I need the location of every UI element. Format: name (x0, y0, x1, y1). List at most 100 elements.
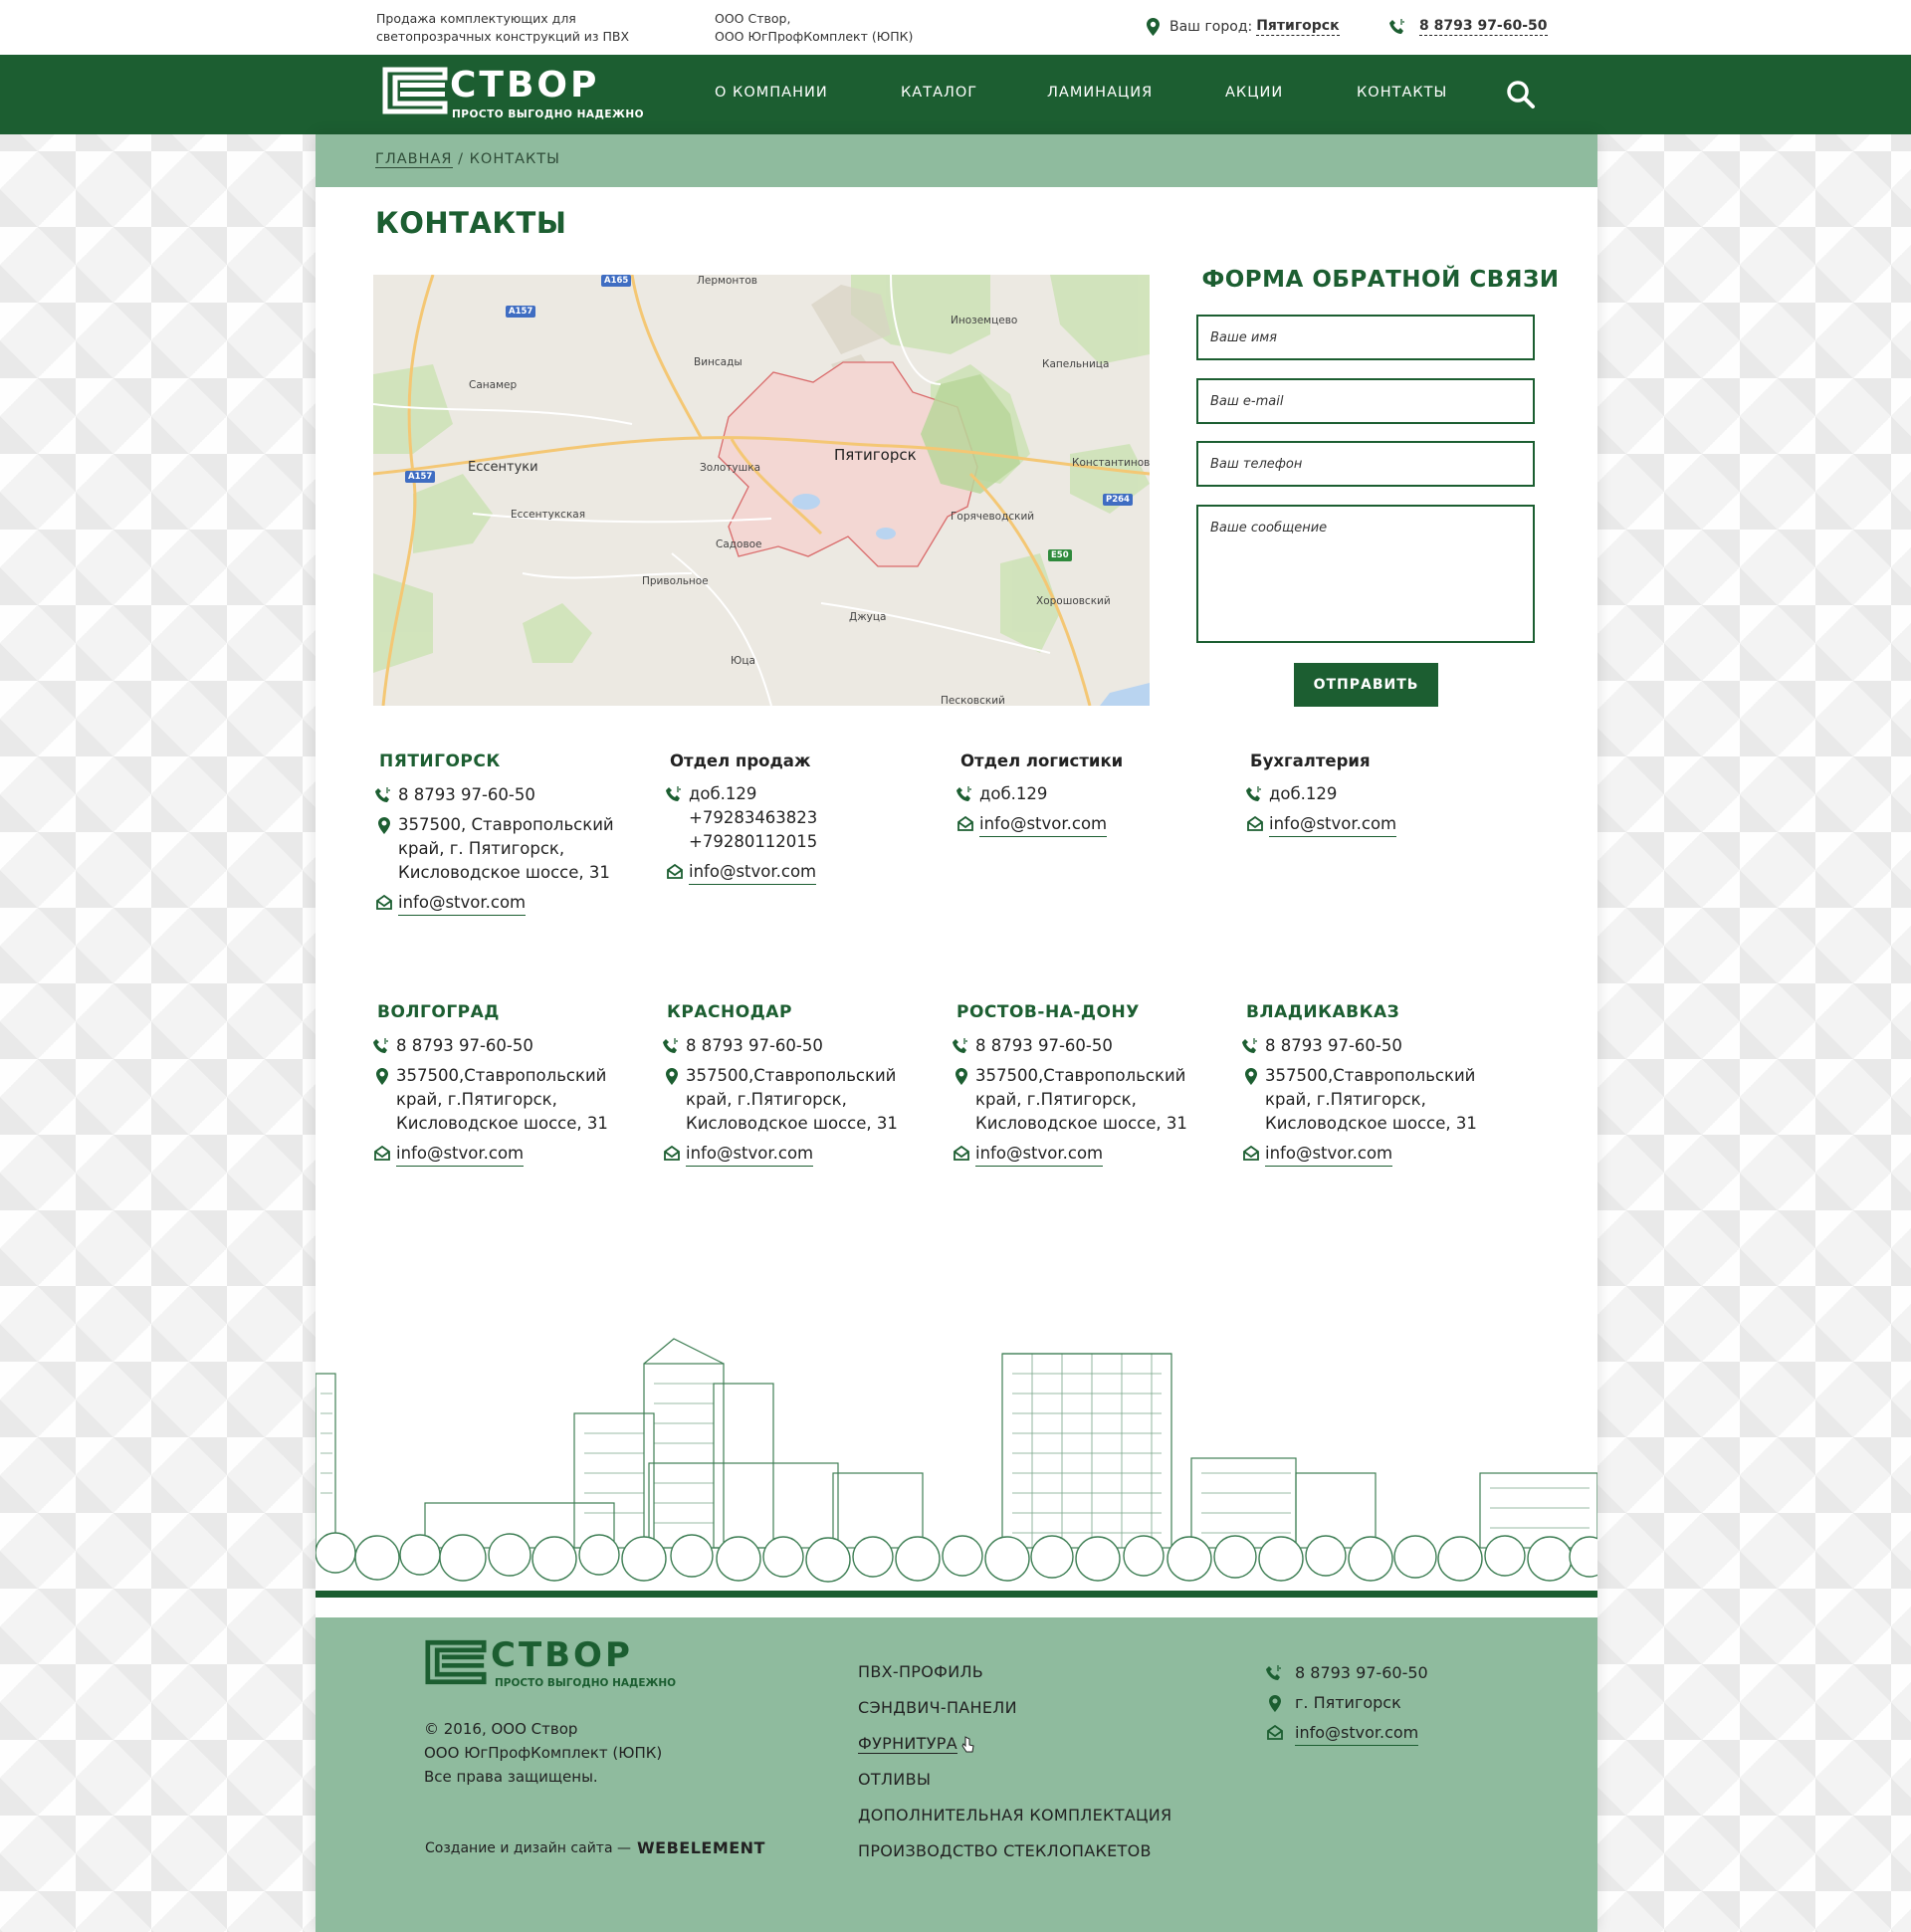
nav-contacts[interactable]: КОНТАКТЫ (1357, 85, 1447, 101)
map-label: Ессентуки (468, 460, 538, 475)
branch-email-link[interactable]: info@stvor.com (686, 1142, 814, 1167)
logo-mark-icon (382, 67, 448, 114)
phone-icon (1242, 1038, 1257, 1053)
map-label: Юца (731, 655, 755, 667)
copyright-line: Все права защищены. (424, 1768, 598, 1786)
contact-phone-value: +79283463823 (689, 808, 818, 827)
phone-field[interactable] (1196, 441, 1535, 487)
name-field[interactable] (1196, 315, 1535, 360)
branch-email: info@stvor.com (663, 1142, 922, 1167)
footer-menu-item[interactable]: СЭНДВИЧ-ПАНЕЛИ (858, 1690, 1171, 1726)
branch-email: info@stvor.com (953, 1142, 1211, 1167)
search-button[interactable] (1505, 79, 1537, 110)
tagline: Продажа комплектующих для светопрозрачны… (376, 11, 630, 44)
map-label: Винсады (694, 356, 743, 368)
branch-block: ВЛАДИКАВКАЗ 8 8793 97-60-50 357500,Ставр… (1242, 1002, 1501, 1173)
developer-link[interactable]: WEBELEMENT (637, 1838, 765, 1857)
nav-about[interactable]: О КОМПАНИИ (715, 85, 828, 101)
branch-title: ВЛАДИКАВКАЗ (1246, 1002, 1400, 1022)
contact-email-link[interactable]: info@stvor.com (398, 891, 527, 916)
footer-menu-item[interactable]: ФУРНИТУРА (858, 1726, 1171, 1762)
email-field[interactable] (1196, 378, 1535, 424)
map-label: Садовое (716, 538, 762, 550)
phone-icon (1266, 1665, 1281, 1680)
phone-icon (956, 786, 971, 801)
footer-menu-label: ПРОИЗВОДСТВО СТЕКЛОПАКЕТОВ (858, 1841, 1152, 1860)
email-icon (957, 816, 973, 831)
branch-phone-value: 8 8793 97-60-50 (396, 1036, 533, 1055)
header-phone-number[interactable]: 8 8793 97-60-50 (1419, 17, 1548, 36)
footer-phone-value: 8 8793 97-60-50 (1295, 1663, 1428, 1682)
header-phone[interactable]: 8 8793 97-60-50 (1389, 17, 1548, 36)
nav-catalog[interactable]: КАТАЛОГ (901, 85, 977, 101)
phone-icon (1389, 18, 1404, 34)
contact-email-link[interactable]: info@stvor.com (979, 812, 1108, 837)
phone-icon (375, 787, 390, 802)
breadcrumb: ГЛАВНАЯ / КОНТАКТЫ (316, 134, 1597, 187)
branch-address-value: 357500,Ставропольский край, г.Пятигорск,… (686, 1066, 898, 1133)
phone-icon (663, 1038, 678, 1053)
map-pin-icon (378, 817, 390, 834)
footer-menu-item[interactable]: ПРОИЗВОДСТВО СТЕКЛОПАКЕТОВ (858, 1833, 1171, 1869)
contact-email: info@stvor.com (1246, 812, 1505, 837)
developer-credit: Создание и дизайн сайта — WEBELEMENT (425, 1838, 765, 1857)
branch-phone: 8 8793 97-60-50 (373, 1034, 632, 1058)
branch-phone: 8 8793 97-60-50 (1242, 1034, 1501, 1058)
footer-email-link[interactable]: info@stvor.com (1295, 1721, 1419, 1746)
contact-phone-list: доб.129 +79283463823 +79280112015 (689, 782, 817, 854)
branch-block: РОСТОВ-НА-ДОНУ 8 8793 97-60-50 357500,Ст… (953, 1002, 1211, 1173)
logo-mark-icon (425, 1639, 487, 1685)
top-bar: Продажа комплектующих для светопрозрачны… (0, 0, 1911, 55)
map-label: Золотушка (700, 462, 761, 474)
contact-title: Бухгалтерия (1250, 751, 1371, 770)
contact-title: Отдел логистики (960, 751, 1124, 770)
breadcrumb-home[interactable]: ГЛАВНАЯ (375, 151, 453, 168)
contact-email: info@stvor.com (666, 860, 925, 885)
org-names: ООО Створ, ООО ЮгПрофКомплект (ЮПК) (715, 10, 973, 46)
contact-phone: доб.129 +79283463823 +79280112015 (666, 782, 925, 854)
map-label: Константиново (1072, 457, 1150, 469)
branch-phone: 8 8793 97-60-50 (953, 1034, 1211, 1058)
contact-phone-value: доб.129 (979, 784, 1048, 803)
contact-block-sales: Отдел продаж доб.129 +79283463823 +79280… (666, 751, 925, 891)
contact-email: info@stvor.com (375, 891, 634, 916)
footer-city: г. Пятигорск (1266, 1691, 1428, 1715)
footer-menu: ПВХ-ПРОФИЛЬ СЭНДВИЧ-ПАНЕЛИ ФУРНИТУРА ОТЛ… (858, 1654, 1171, 1869)
footer-menu-item[interactable]: ДОПОЛНИТЕЛЬНАЯ КОМПЛЕКТАЦИЯ (858, 1798, 1171, 1833)
branch-address-value: 357500,Ставропольский край, г.Пятигорск,… (396, 1066, 608, 1133)
content-card: ГЛАВНАЯ / КОНТАКТЫ КОНТАКТЫ Лермонтов Ин… (316, 134, 1597, 1932)
road-badge: A157 (506, 306, 536, 318)
footer-menu-label: СЭНДВИЧ-ПАНЕЛИ (858, 1698, 1017, 1717)
branch-address: 357500,Ставропольский край, г.Пятигорск,… (663, 1064, 922, 1136)
branch-email-link[interactable]: info@stvor.com (1265, 1142, 1393, 1167)
footer-logo[interactable]: СТВОР ПРОСТО ВЫГОДНО НАДЕЖНО (425, 1635, 694, 1699)
map-label: Пятигорск (834, 446, 917, 464)
message-field[interactable] (1196, 505, 1535, 643)
contact-title: ПЯТИГОРСК (379, 751, 501, 771)
footer-menu-label: ДОПОЛНИТЕЛЬНАЯ КОМПЛЕКТАЦИЯ (858, 1806, 1172, 1825)
city-selector[interactable]: Ваш город: Пятигорск (1147, 17, 1340, 36)
footer-menu-item[interactable]: ПВХ-ПРОФИЛЬ (858, 1654, 1171, 1690)
email-icon (1243, 1146, 1259, 1161)
submit-button[interactable]: ОТПРАВИТЬ (1294, 663, 1438, 707)
contact-title: Отдел продаж (670, 751, 811, 770)
city-value[interactable]: Пятигорск (1256, 17, 1340, 36)
contact-email-link[interactable]: info@stvor.com (689, 860, 817, 885)
contact-email-link[interactable]: info@stvor.com (1269, 812, 1397, 837)
contact-phone-value: +79280112015 (689, 832, 818, 851)
branch-block: ВОЛГОГРАД 8 8793 97-60-50 357500,Ставроп… (373, 1002, 632, 1173)
contact-phone-value: 8 8793 97-60-50 (398, 785, 535, 804)
map-pin-icon (666, 1068, 678, 1085)
branch-address: 357500,Ставропольский край, г.Пятигорск,… (953, 1064, 1211, 1136)
footer-menu-item[interactable]: ОТЛИВЫ (858, 1762, 1171, 1798)
nav-lamination[interactable]: ЛАМИНАЦИЯ (1047, 85, 1153, 101)
map-label: Ессентукская (511, 509, 586, 521)
site-logo[interactable]: СТВОР ПРОСТО ВЫГОДНО НАДЕЖНО (382, 65, 651, 124)
location-map[interactable]: Лермонтов Иноземцево Винсады Капельница … (373, 275, 1150, 706)
nav-promotions[interactable]: АКЦИИ (1225, 85, 1283, 101)
feedback-form-title: ФОРМА ОБРАТНОЙ СВЯЗИ (1201, 267, 1560, 293)
branch-email-link[interactable]: info@stvor.com (975, 1142, 1104, 1167)
branch-phone-value: 8 8793 97-60-50 (686, 1036, 823, 1055)
branch-email-link[interactable]: info@stvor.com (396, 1142, 525, 1167)
branch-email: info@stvor.com (1242, 1142, 1501, 1167)
